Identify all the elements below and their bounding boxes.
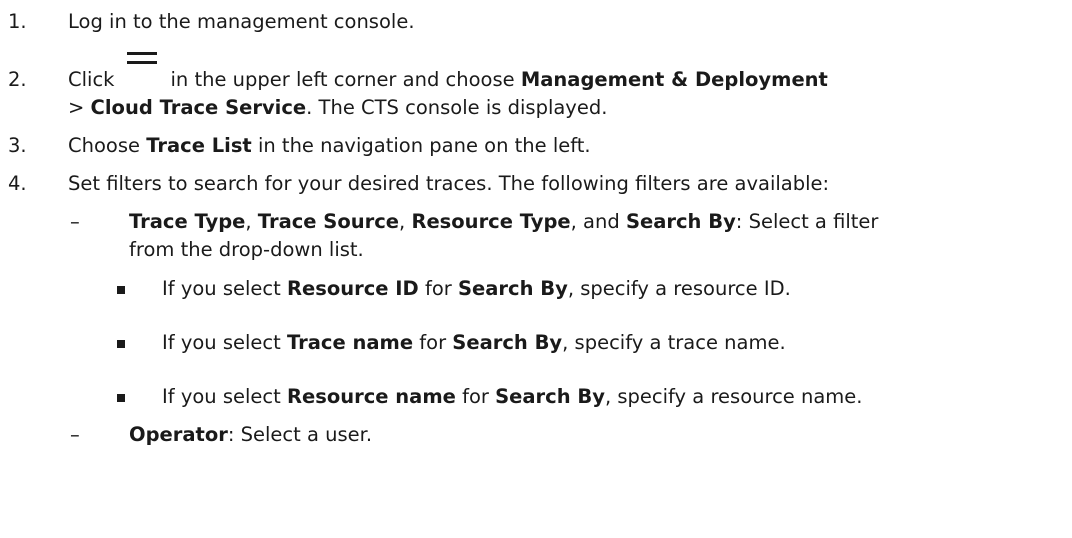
- option-trace-name: If you select Trace name for Search By, …: [162, 330, 786, 356]
- step-2-line-2: > Cloud Trace Service. The CTS console i…: [68, 95, 607, 121]
- step-number: 3.: [8, 134, 27, 157]
- filter-trace-source: Trace Source: [257, 210, 400, 233]
- step-2-service-name: Cloud Trace Service: [90, 96, 307, 119]
- option-text: If you select: [162, 385, 281, 408]
- step-2-click-text: Click: [68, 68, 115, 91]
- option-resource-name: If you select Resource name for Search B…: [162, 384, 863, 410]
- step-2-result-text: . The CTS console is displayed.: [306, 96, 608, 119]
- step-3-location: in the navigation pane on the left.: [257, 134, 591, 157]
- menu-icon: [120, 52, 164, 93]
- operator-line: Operator: Select a user.: [129, 422, 372, 448]
- option-value: Trace name: [286, 331, 414, 354]
- option-text: , specify a resource ID.: [567, 277, 791, 300]
- option-text: , specify a trace name.: [562, 331, 786, 354]
- option-text: If you select: [162, 277, 281, 300]
- filter-trace-type: Trace Type: [129, 210, 246, 233]
- option-text: for: [424, 277, 452, 300]
- filter-description: : Select a filter: [735, 210, 879, 233]
- filter-dash: –: [70, 210, 80, 233]
- separator: , and: [570, 210, 620, 233]
- bullet-square-icon: [117, 286, 125, 294]
- option-text: If you select: [162, 331, 281, 354]
- filter-dash: –: [70, 423, 80, 446]
- step-3-choose: Choose: [68, 134, 140, 157]
- option-text: , specify a resource name.: [604, 385, 863, 408]
- step-2-line-1: Click in the upper left corner and choose…: [68, 52, 828, 93]
- filter-operator: Operator: [129, 423, 228, 446]
- bullet-square-icon: [117, 340, 125, 348]
- step-3-text: Choose Trace List in the navigation pane…: [68, 133, 591, 159]
- option-field: Search By: [457, 277, 568, 300]
- step-2-menu-path: Management & Deployment: [520, 68, 828, 91]
- bullet-square-icon: [117, 394, 125, 402]
- path-separator: >: [68, 96, 85, 119]
- option-text: for: [419, 331, 447, 354]
- step-number: 4.: [8, 172, 27, 195]
- separator: ,: [245, 210, 252, 233]
- option-field: Search By: [452, 331, 563, 354]
- option-resource-id: If you select Resource ID for Search By,…: [162, 276, 791, 302]
- option-field: Search By: [495, 385, 605, 408]
- step-3-trace-list: Trace List: [146, 134, 252, 157]
- option-value: Resource name: [286, 385, 456, 408]
- filter-search-by: Search By: [625, 210, 736, 233]
- step-2-location-text: in the upper left corner and choose: [170, 68, 515, 91]
- step-4-text: Set filters to search for your desired t…: [68, 172, 830, 195]
- separator: ,: [399, 210, 406, 233]
- step-1-text: Log in to the management console.: [68, 10, 415, 33]
- filter-fields-line: Trace Type, Trace Source, Resource Type,…: [129, 209, 878, 235]
- operator-description: : Select a user.: [227, 423, 373, 446]
- filter-description-2: from the drop-down list.: [129, 238, 364, 261]
- step-number: 2.: [8, 68, 27, 91]
- option-text: for: [462, 385, 489, 408]
- option-value: Resource ID: [286, 277, 419, 300]
- filter-resource-type: Resource Type: [411, 210, 571, 233]
- step-number: 1.: [8, 10, 27, 33]
